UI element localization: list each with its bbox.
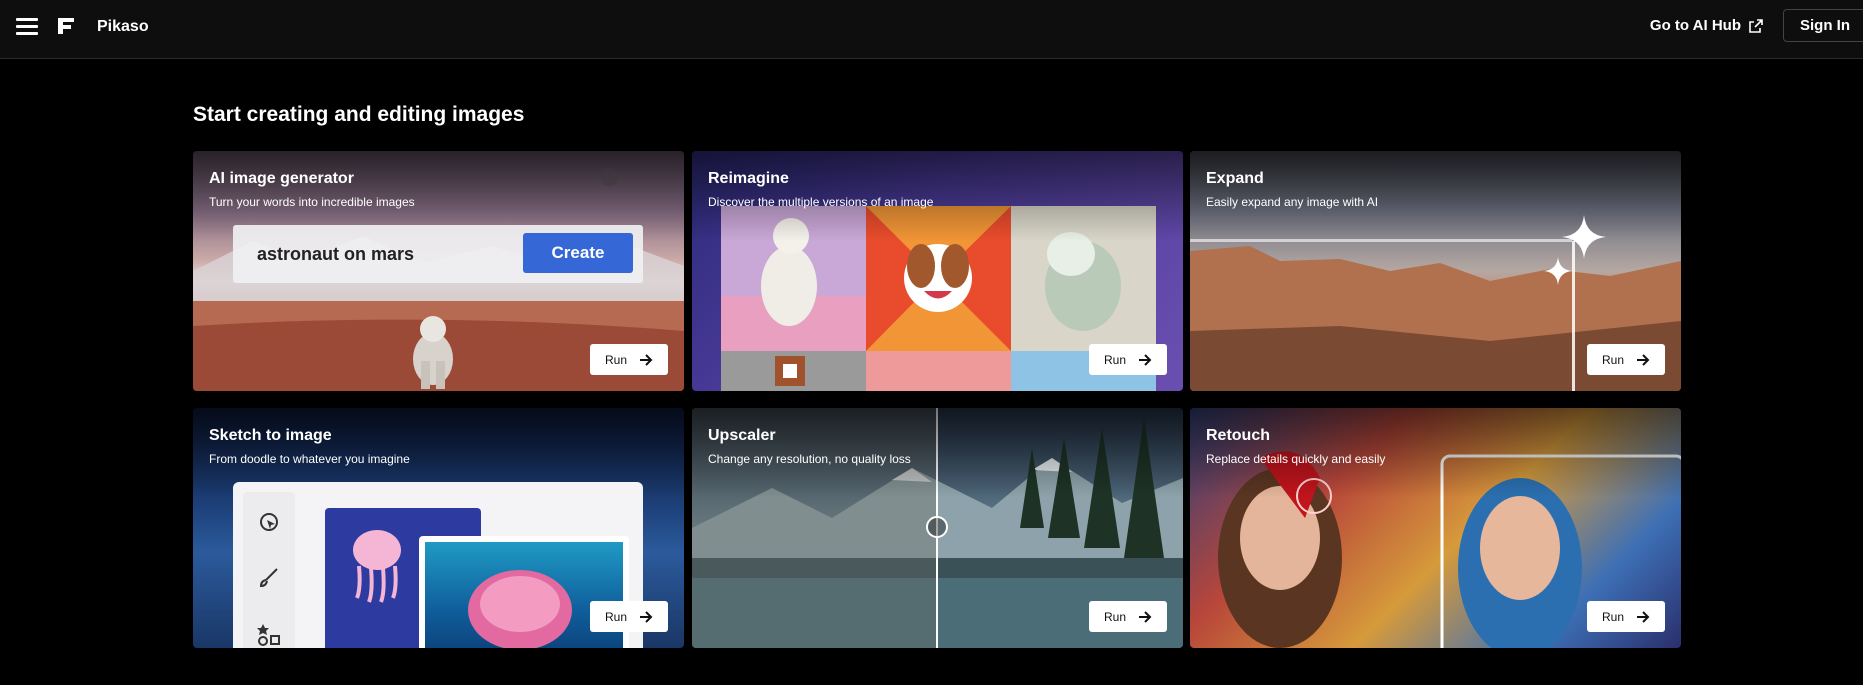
arrow-right-icon — [1139, 353, 1152, 366]
card-title: Upscaler — [708, 427, 776, 444]
card-description: Replace details quickly and easily — [1206, 452, 1386, 466]
card-reimagine[interactable]: Reimagine Discover the multiple versions… — [692, 151, 1183, 391]
brush-icon — [259, 568, 278, 588]
arrow-right-icon — [1637, 353, 1650, 366]
run-label: Run — [1103, 352, 1126, 367]
arrow-right-icon — [640, 610, 653, 623]
run-button[interactable]: Run — [590, 601, 668, 632]
logo-icon[interactable] — [56, 16, 76, 36]
card-title: Reimagine — [708, 170, 789, 187]
card-description: Change any resolution, no quality loss — [708, 452, 911, 466]
sign-in-button[interactable]: Sign In — [1783, 9, 1863, 42]
card-ai-image-generator[interactable]: AI image generator Turn your words into … — [193, 151, 684, 391]
card-title: Sketch to image — [209, 427, 332, 444]
card-upscaler[interactable]: Upscaler Change any resolution, no quali… — [692, 408, 1183, 648]
card-title: Expand — [1206, 170, 1264, 187]
card-title: AI image generator — [209, 170, 354, 187]
cursor-icon — [260, 513, 278, 531]
card-description: Turn your words into incredible images — [209, 195, 415, 209]
comparison-slider-handle[interactable] — [926, 516, 948, 538]
run-label: Run — [1103, 609, 1126, 624]
run-label: Run — [1601, 352, 1624, 367]
brand-name[interactable]: Pikaso — [97, 18, 149, 36]
section-title: Start creating and editing images — [193, 103, 525, 126]
card-retouch[interactable]: Retouch Replace details quickly and easi… — [1190, 408, 1681, 648]
external-link-icon — [1749, 18, 1763, 33]
hub-link-label: Go to AI Hub — [1649, 17, 1741, 34]
card-title: Retouch — [1206, 427, 1270, 444]
card-expand[interactable]: Expand Easily expand any image with AI R… — [1190, 151, 1681, 391]
run-label: Run — [604, 352, 627, 367]
sketch-editor-preview — [233, 482, 643, 648]
create-button[interactable]: Create — [523, 233, 633, 273]
arrow-right-icon — [640, 353, 653, 366]
sparkle-icon — [1562, 215, 1606, 259]
sparkle-icon — [1544, 257, 1572, 285]
prompt-text: astronaut on mars — [257, 244, 415, 264]
card-sketch-to-image[interactable]: Sketch to image From doodle to whatever … — [193, 408, 684, 648]
run-label: Run — [1601, 609, 1624, 624]
run-label: Run — [604, 609, 627, 624]
run-button[interactable]: Run — [1587, 601, 1665, 632]
run-button[interactable]: Run — [1089, 601, 1167, 632]
run-button[interactable]: Run — [590, 344, 668, 375]
arrow-right-icon — [1637, 610, 1650, 623]
run-button[interactable]: Run — [1089, 344, 1167, 375]
go-to-ai-hub-link[interactable]: Go to AI Hub — [1650, 17, 1763, 34]
run-button[interactable]: Run — [1587, 344, 1665, 375]
card-description: Discover the multiple versions of an ima… — [708, 195, 934, 209]
prompt-input[interactable]: astronaut on mars Create — [233, 225, 643, 283]
top-navigation-bar: Pikaso Go to AI Hub Sign In — [0, 0, 1863, 59]
shapes-icon — [257, 624, 280, 646]
arrow-right-icon — [1139, 610, 1152, 623]
menu-icon[interactable] — [16, 17, 38, 35]
card-description: Easily expand any image with AI — [1206, 195, 1379, 209]
card-description: From doodle to whatever you imagine — [209, 452, 410, 466]
